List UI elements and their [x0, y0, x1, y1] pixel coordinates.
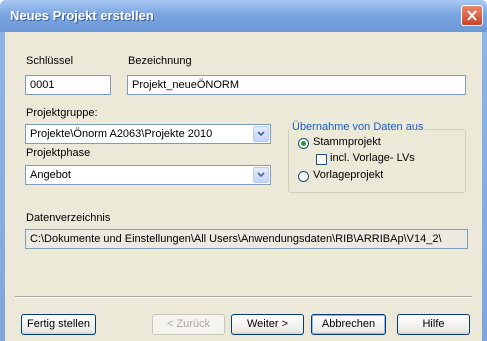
- weiter-button[interactable]: Weiter >: [231, 314, 304, 335]
- window-title: Neues Projekt erstellen: [10, 8, 154, 23]
- datenverzeichnis-field[interactable]: C:\Dokumente und Einstellungen\All Users…: [25, 229, 468, 249]
- hilfe-button[interactable]: Hilfe: [397, 314, 470, 335]
- chevron-down-icon: [257, 131, 265, 137]
- incl-vorlage-lvs-label[interactable]: incl. Vorlage- LVs: [330, 152, 415, 164]
- projektgruppe-label: Projektgruppe:: [26, 107, 98, 119]
- projektphase-dropdown-button[interactable]: [253, 167, 269, 183]
- projektgruppe-dropdown-button[interactable]: [253, 126, 269, 142]
- projektgruppe-value: Projekte\Önorm A2063\Projekte 2010: [30, 128, 213, 140]
- dialog-body: Schlüssel 0001 Bezeichnung Projekt_neueÖ…: [5, 32, 482, 341]
- radio-selected-dot: [301, 141, 306, 146]
- title-bar[interactable]: Neues Projekt erstellen: [0, 0, 487, 32]
- chevron-down-icon: [257, 172, 265, 178]
- schluessel-label: Schlüssel: [26, 55, 74, 67]
- close-icon: [467, 10, 477, 21]
- stammprojekt-radio[interactable]: [298, 138, 309, 149]
- incl-vorlage-lvs-checkbox[interactable]: [316, 154, 327, 165]
- vorlageprojekt-label[interactable]: Vorlageprojekt: [313, 169, 383, 181]
- vorlageprojekt-radio[interactable]: [298, 171, 309, 182]
- abbrechen-button[interactable]: Abbrechen: [311, 314, 386, 335]
- bezeichnung-label: Bezeichnung: [128, 55, 192, 67]
- stammprojekt-label[interactable]: Stammprojekt: [313, 136, 381, 148]
- projektphase-label: Projektphase: [26, 147, 91, 159]
- bezeichnung-input[interactable]: Projekt_neueÖNORM: [127, 75, 466, 95]
- zurueck-button[interactable]: < Zurück: [152, 314, 225, 335]
- schluessel-input[interactable]: 0001: [25, 75, 111, 95]
- uebernahme-group-title: Übernahme von Daten aus: [290, 121, 426, 133]
- datenverzeichnis-label: Datenverzeichnis: [26, 212, 111, 224]
- projektphase-select[interactable]: Angebot: [25, 165, 271, 185]
- projektgruppe-select[interactable]: Projekte\Önorm A2063\Projekte 2010: [25, 124, 271, 144]
- fertig-stellen-button[interactable]: Fertig stellen: [21, 314, 96, 335]
- dialog-window: Neues Projekt erstellen Schlüssel 0001 B…: [0, 0, 487, 341]
- close-button[interactable]: [461, 5, 483, 26]
- projektphase-value: Angebot: [30, 169, 71, 181]
- button-separator: [15, 296, 472, 298]
